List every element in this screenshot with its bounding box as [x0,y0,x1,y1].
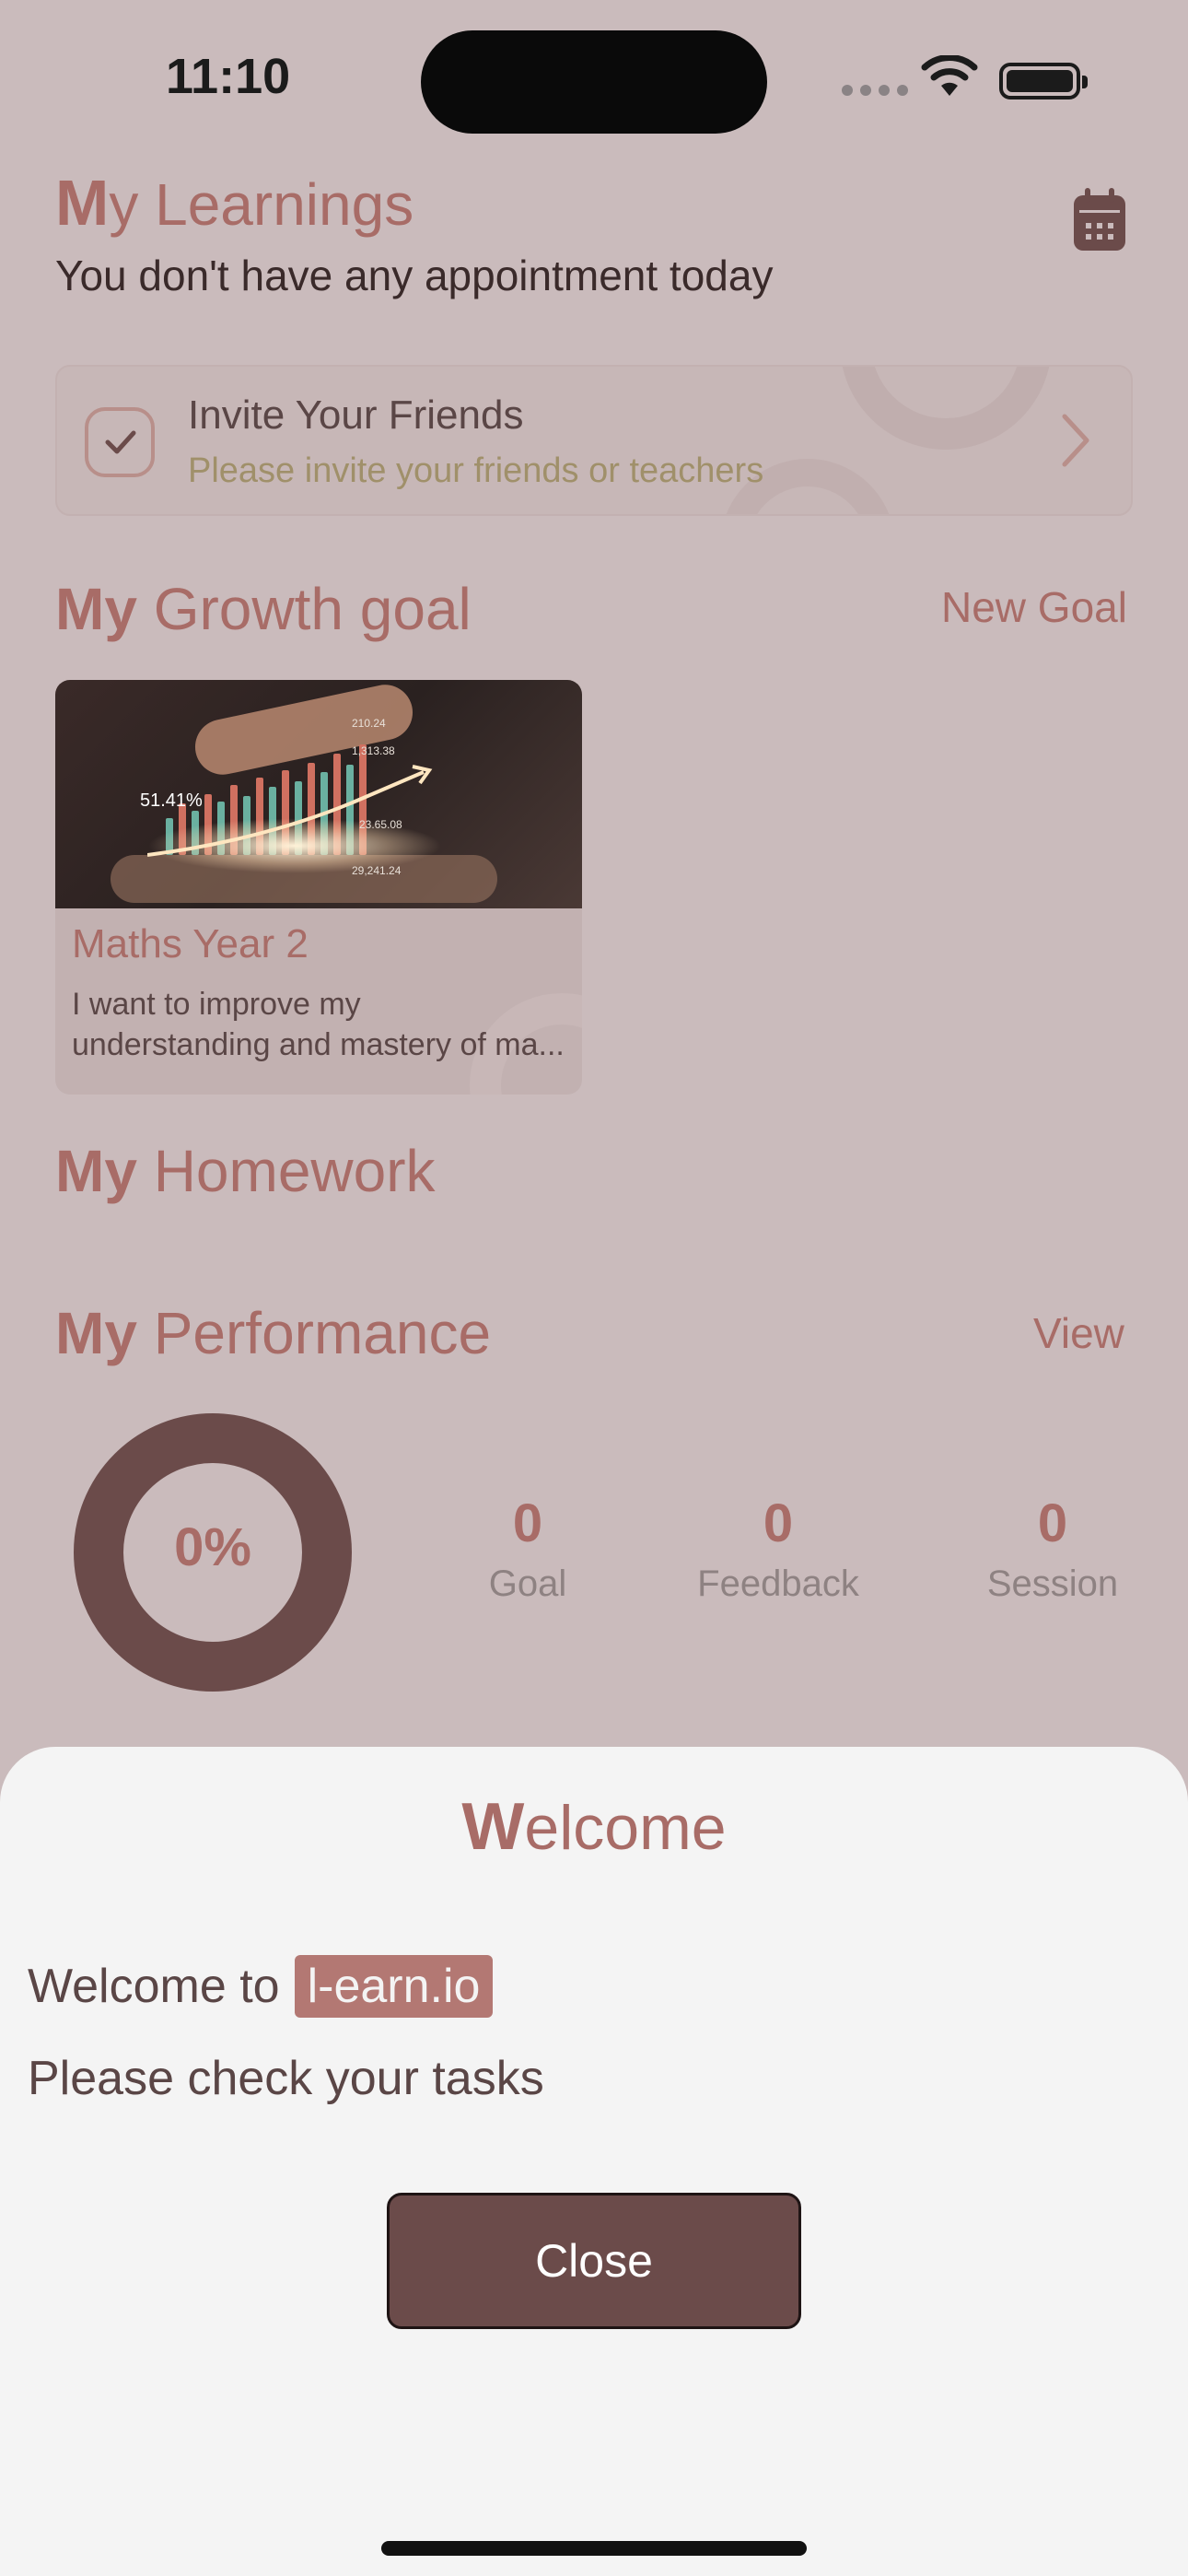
page-title: My Learnings [55,167,414,239]
stat-value: 0 [763,1493,794,1553]
dynamic-island [421,30,767,134]
cellular-signal-icon [842,85,908,96]
goal-description: I want to improve my understanding and m… [72,987,565,1062]
status-time: 11:10 [166,49,291,104]
goal-card[interactable]: 51.41% 210.24 1,313.38 23.65.08 29,241.2… [55,680,582,1095]
card-decoration [840,367,1052,450]
progress-value: 0% [174,1517,251,1577]
home-indicator[interactable] [381,2541,807,2556]
tasks-message: Please check your tasks [28,2052,544,2105]
chevron-right-icon [1061,413,1092,473]
calendar-icon[interactable] [1074,188,1125,251]
wifi-icon [921,54,978,102]
appointment-status: You don't have any appointment today [55,252,774,299]
battery-icon [999,63,1088,100]
close-button[interactable]: Close [387,2193,801,2329]
stat-session: 0 Session [976,1493,1129,1605]
stat-value: 0 [512,1493,543,1553]
homework-heading: My Homework [55,1138,436,1204]
welcome-message: Welcome to l-earn.io [28,1955,494,2018]
stat-goal: 0 Goal [460,1493,595,1605]
welcome-sheet: Welcome Welcome to l-earn.io Please chec… [0,1747,1188,2576]
stat-label: Goal [488,1563,567,1604]
image-caption: 51.41% [140,790,203,811]
invite-friends-card[interactable]: Invite Your Friends Please invite your f… [55,365,1133,516]
stat-feedback: 0 Feedback [681,1493,875,1605]
performance-heading: My Performance [55,1300,492,1366]
goal-image: 51.41% 210.24 1,313.38 23.65.08 29,241.2… [55,680,582,908]
brand-badge: l-earn.io [294,1955,494,2018]
stat-label: Session [986,1563,1119,1604]
invite-title: Invite Your Friends [188,392,524,438]
invite-subtitle: Please invite your friends or teachers [188,451,764,490]
sheet-title: Welcome [461,1790,727,1864]
goal-title: Maths Year 2 [72,921,309,966]
checkbox-icon [85,407,155,477]
view-performance-button[interactable]: View [1033,1308,1124,1358]
new-goal-button[interactable]: New Goal [941,582,1127,632]
stat-label: Feedback [697,1563,859,1604]
stat-value: 0 [1037,1493,1068,1553]
growth-goal-heading: My Growth goal [55,576,472,642]
